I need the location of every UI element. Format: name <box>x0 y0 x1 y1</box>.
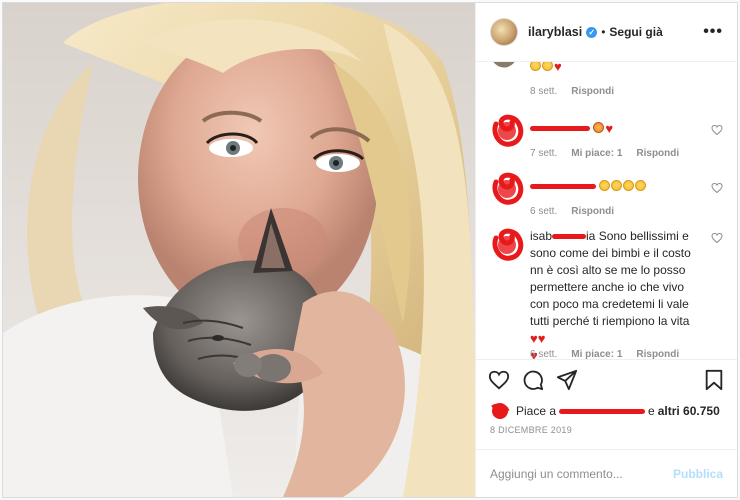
red-heart-emoji-icon: ♥ <box>554 62 562 74</box>
grinning-emoji-icon <box>635 180 647 191</box>
comment-item: ♥ 8 sett. Rispondi <box>490 62 723 104</box>
comment-meta: 6 sett. Rispondi <box>530 206 614 217</box>
following-button[interactable]: Segui già <box>609 25 662 39</box>
likes-summary: Piace a e altri 60.750 <box>476 399 737 423</box>
comment-body: Sono bellissimi e sono come dei bimbi e … <box>530 229 691 328</box>
comment-avatar-redacted[interactable] <box>490 114 524 148</box>
post-header: ilaryblasi ✓ • Segui già ••• <box>476 3 737 62</box>
publish-button[interactable]: Pubblica <box>673 467 723 481</box>
comment-author-suffix: ia <box>586 229 596 243</box>
post-photo[interactable] <box>3 3 475 497</box>
comment-avatar-redacted[interactable] <box>490 228 524 262</box>
header-separator: • <box>601 25 606 39</box>
red-heart-emoji-icon: ♥ <box>537 331 546 346</box>
add-comment-input[interactable] <box>490 466 673 481</box>
laughing-emoji-icon <box>530 62 541 71</box>
add-comment-bar: Pubblica <box>476 449 737 497</box>
comment-item: isab ia Sono bellissimi e sono come dei b… <box>490 228 723 359</box>
grinning-emoji-icon <box>611 180 623 191</box>
likes-prefix: Piace a <box>516 404 557 418</box>
redacted-username <box>552 234 587 240</box>
share-icon[interactable] <box>556 369 578 391</box>
comment-time[interactable]: 6 sett. <box>530 206 557 217</box>
post-side-panel: ilaryblasi ✓ • Segui già ••• ♥ 8 sett. R… <box>475 3 737 497</box>
redacted-liker-name <box>559 408 646 414</box>
author-username[interactable]: ilaryblasi <box>528 25 582 39</box>
comment-time[interactable]: 8 sett. <box>530 86 557 97</box>
verified-badge-icon: ✓ <box>586 26 598 38</box>
comment-time[interactable]: 6 sett. <box>530 349 557 359</box>
comment-item: ♥ 7 sett. Mi piace: 1 Rispondi <box>490 114 723 164</box>
reply-button[interactable]: Rispondi <box>636 148 679 159</box>
like-comment-heart-icon[interactable] <box>711 232 723 244</box>
comment-text: ♥ <box>530 120 701 137</box>
comments-list[interactable]: ♥ 8 sett. Rispondi ♥ 7 sett. Mi piace: 1… <box>476 62 737 359</box>
comment-meta: 6 sett. Mi piace: 1 Rispondi <box>530 349 679 359</box>
red-heart-emoji-icon: ♥ <box>605 121 614 136</box>
comment-text <box>530 178 701 195</box>
redacted-username <box>530 184 596 190</box>
comment-text: isab ia Sono bellissimi e sono come dei b… <box>530 228 701 359</box>
like-comment-heart-icon[interactable] <box>711 182 723 194</box>
reply-button[interactable]: Rispondi <box>571 206 614 217</box>
comment-item: 6 sett. Rispondi <box>490 172 723 222</box>
post-date[interactable]: 8 DICEMBRE 2019 <box>476 423 737 449</box>
like-comment-heart-icon[interactable] <box>711 124 723 136</box>
comment-time[interactable]: 7 sett. <box>530 148 557 159</box>
post-actions-bar <box>476 359 737 399</box>
comment-avatar[interactable] <box>490 62 518 72</box>
red-heart-emoji-icon: ♥ <box>530 331 538 346</box>
comment-text: ♥ <box>530 62 701 75</box>
comment-author-partial[interactable]: isab <box>530 229 552 243</box>
comment-meta: 7 sett. Mi piace: 1 Rispondi <box>530 148 679 159</box>
comment-likes[interactable]: Mi piace: 1 <box>571 148 622 159</box>
redacted-username <box>530 126 590 132</box>
grinning-emoji-icon <box>599 180 611 191</box>
heart-outline-icon[interactable] <box>488 369 510 391</box>
grinning-emoji-icon <box>623 180 635 191</box>
bookmark-icon[interactable] <box>703 369 725 391</box>
laughing-emoji-icon <box>542 62 553 71</box>
photo-woman-with-sphynx-kitten <box>3 3 475 497</box>
comment-avatar-redacted[interactable] <box>490 172 524 206</box>
likes-conj: e <box>648 404 655 418</box>
cat-face-emoji-icon <box>593 122 605 133</box>
liker-avatar-redacted[interactable] <box>490 401 510 421</box>
reply-button[interactable]: Rispondi <box>636 349 679 359</box>
post-container: ilaryblasi ✓ • Segui già ••• ♥ 8 sett. R… <box>2 2 738 498</box>
reply-button[interactable]: Rispondi <box>571 86 614 97</box>
comment-icon[interactable] <box>522 369 544 391</box>
likes-count-link[interactable]: altri 60.750 <box>658 404 720 418</box>
comment-meta: 8 sett. Rispondi <box>530 86 614 97</box>
more-options-icon[interactable]: ••• <box>703 23 723 41</box>
author-avatar[interactable] <box>490 18 518 46</box>
comment-likes[interactable]: Mi piace: 1 <box>571 349 622 359</box>
